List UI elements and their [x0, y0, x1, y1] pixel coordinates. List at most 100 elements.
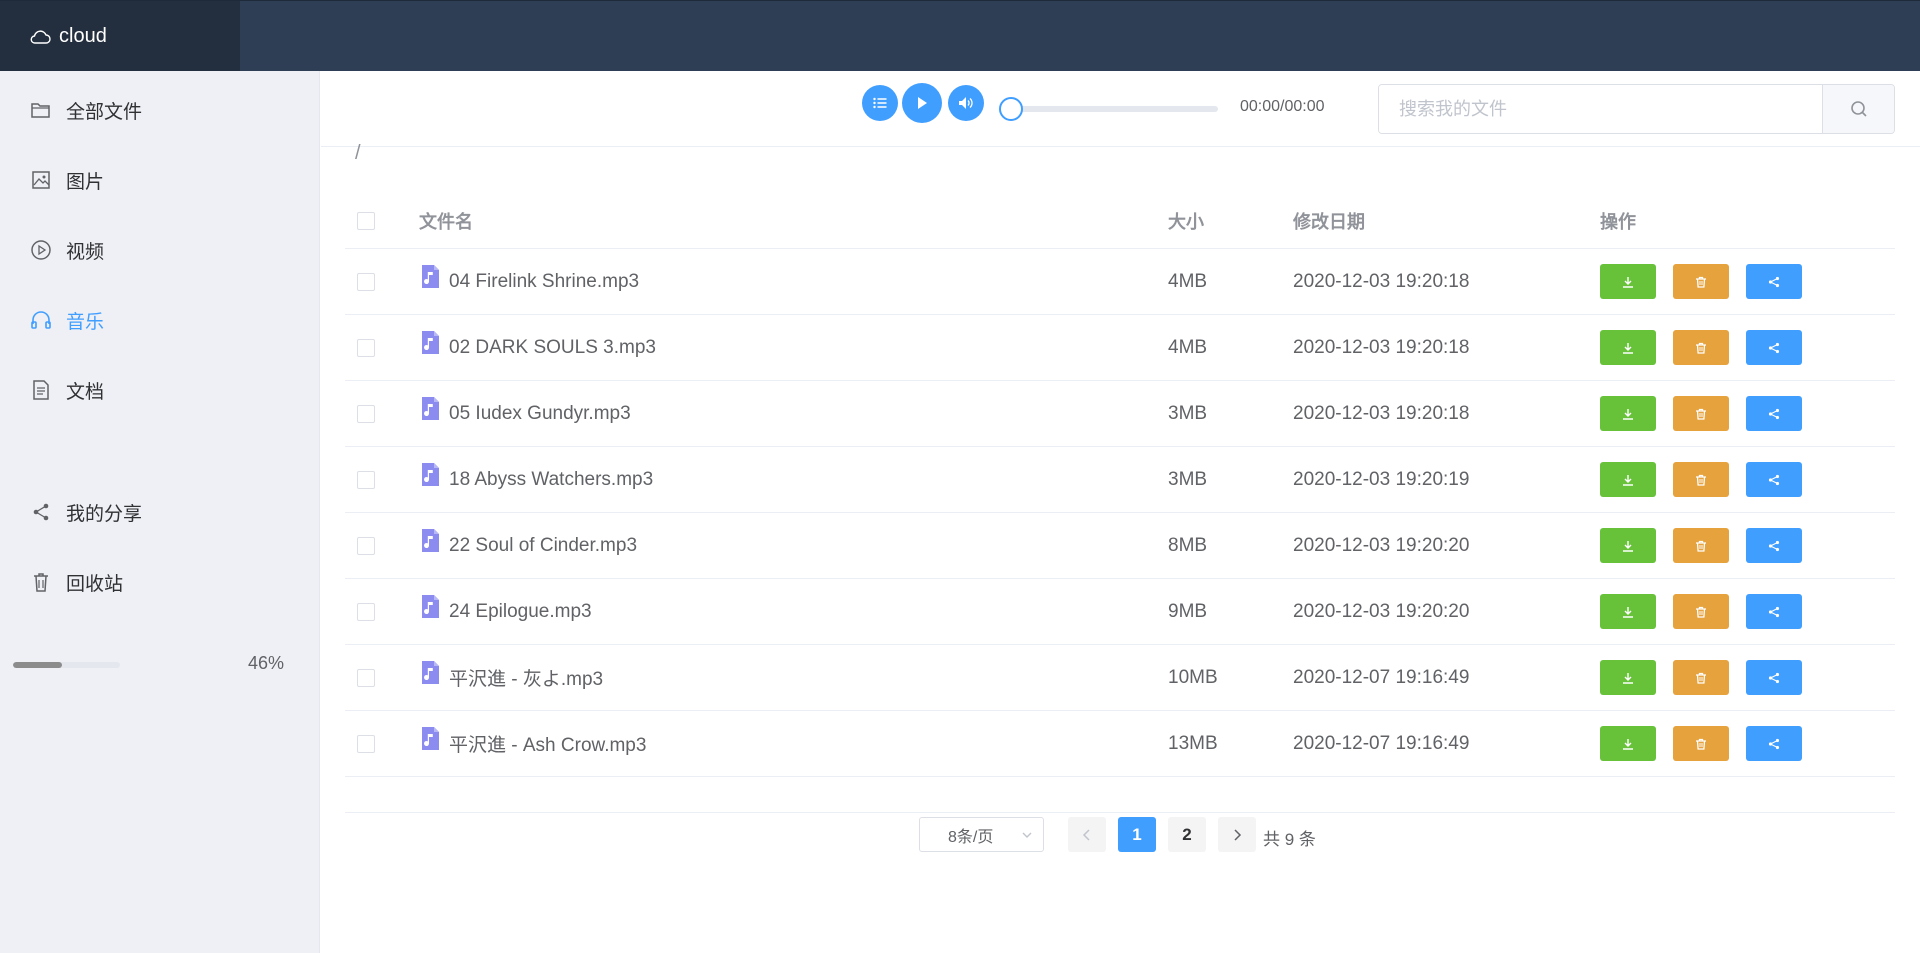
file-name-cell[interactable]: 22 Soul of Cinder.mp3 [419, 513, 637, 578]
row-checkbox[interactable] [357, 272, 375, 291]
share-button[interactable] [1746, 594, 1802, 629]
header-name[interactable]: 文件名 [419, 194, 473, 248]
share-button[interactable] [1746, 264, 1802, 299]
file-name-cell[interactable]: 24 Epilogue.mp3 [419, 579, 592, 644]
file-name[interactable]: 05 Iudex Gundyr.mp3 [449, 403, 631, 425]
share-button[interactable] [1746, 462, 1802, 497]
file-name-cell[interactable]: 平沢進 - Ash Crow.mp3 [419, 711, 646, 776]
download-button[interactable] [1600, 462, 1656, 497]
file-name-cell[interactable]: 02 DARK SOULS 3.mp3 [419, 315, 656, 380]
file-name-cell[interactable]: 18 Abyss Watchers.mp3 [419, 447, 653, 512]
row-checkbox[interactable] [357, 404, 375, 423]
header-size[interactable]: 大小 [1168, 194, 1204, 248]
search-button[interactable] [1822, 85, 1894, 133]
sidebar-item-all-files[interactable]: 全部文件 [0, 85, 320, 135]
delete-button[interactable] [1673, 264, 1729, 299]
table-row[interactable]: 22 Soul of Cinder.mp3 8MB 2020-12-03 19:20… [345, 513, 1895, 579]
delete-button[interactable] [1673, 726, 1729, 761]
download-icon [1623, 474, 1633, 486]
chevron-left-icon [1082, 828, 1090, 841]
breadcrumb[interactable]: / [355, 142, 361, 165]
table-divider [345, 812, 1895, 813]
row-actions [1600, 315, 1819, 380]
prev-page-button[interactable] [1068, 817, 1106, 852]
delete-button[interactable] [1673, 660, 1729, 695]
row-checkbox[interactable] [357, 536, 375, 555]
play-button[interactable] [902, 83, 942, 123]
file-name[interactable]: 04 Firelink Shrine.mp3 [449, 271, 639, 293]
row-checkbox[interactable] [357, 338, 375, 357]
sidebar-item-documents[interactable]: 文档 [0, 365, 320, 415]
select-all-checkbox[interactable] [357, 212, 375, 230]
row-checkbox[interactable] [357, 668, 375, 687]
table-row[interactable]: 平沢進 - 灰よ.mp3 10MB 2020-12-07 19:16:49 [345, 645, 1895, 711]
share-icon [1768, 540, 1780, 551]
delete-button[interactable] [1673, 528, 1729, 563]
next-page-button[interactable] [1218, 817, 1256, 852]
delete-button[interactable] [1673, 396, 1729, 431]
row-checkbox[interactable] [357, 602, 375, 621]
page-button-1[interactable]: 1 [1118, 817, 1156, 852]
file-name[interactable]: 平沢進 - Ash Crow.mp3 [449, 730, 646, 757]
file-name[interactable]: 02 DARK SOULS 3.mp3 [449, 337, 656, 359]
delete-button[interactable] [1673, 330, 1729, 365]
share-button[interactable] [1746, 726, 1802, 761]
download-icon [1623, 540, 1633, 552]
file-name[interactable]: 18 Abyss Watchers.mp3 [449, 469, 653, 491]
music-file-icon [422, 396, 439, 420]
share-button[interactable] [1746, 396, 1802, 431]
file-size: 9MB [1168, 600, 1208, 622]
page-button-2[interactable]: 2 [1168, 817, 1206, 852]
sidebar-item-music[interactable]: 音乐 [0, 295, 320, 345]
file-size: 4MB [1168, 270, 1208, 292]
sidebar-item-images[interactable]: 图片 [0, 155, 320, 205]
row-checkbox[interactable] [357, 470, 375, 489]
download-button[interactable] [1600, 660, 1656, 695]
search-input[interactable] [1379, 85, 1822, 133]
download-button[interactable] [1600, 264, 1656, 299]
volume-button[interactable] [948, 85, 984, 121]
table-row[interactable]: 04 Firelink Shrine.mp3 4MB 2020-12-03 19:2… [345, 249, 1895, 315]
delete-button[interactable] [1673, 594, 1729, 629]
playback-progress-track[interactable] [1011, 106, 1218, 112]
file-name[interactable]: 22 Soul of Cinder.mp3 [449, 535, 637, 557]
share-button[interactable] [1746, 330, 1802, 365]
download-button[interactable] [1600, 396, 1656, 431]
header-date[interactable]: 修改日期 [1293, 194, 1365, 248]
file-name-cell[interactable]: 平沢進 - 灰よ.mp3 [419, 645, 603, 710]
table-row[interactable]: 平沢進 - Ash Crow.mp3 13MB 2020-12-07 19:16:4… [345, 711, 1895, 777]
brand[interactable]: cloud [0, 1, 240, 72]
download-icon [1623, 672, 1633, 684]
page-size-select[interactable]: 8条/页 [919, 817, 1044, 852]
download-button[interactable] [1600, 726, 1656, 761]
row-checkbox[interactable] [357, 734, 375, 753]
download-button[interactable] [1600, 528, 1656, 563]
sidebar-item-videos[interactable]: 视频 [0, 225, 320, 275]
sidebar-item-my-shares[interactable]: 我的分享 [0, 487, 320, 537]
table-row[interactable]: 18 Abyss Watchers.mp3 3MB 2020-12-03 19:20… [345, 447, 1895, 513]
delete-button[interactable] [1673, 462, 1729, 497]
download-button[interactable] [1600, 330, 1656, 365]
table-row[interactable]: 05 Iudex Gundyr.mp3 3MB 2020-12-03 19:20:1… [345, 381, 1895, 447]
download-button[interactable] [1600, 594, 1656, 629]
file-name-cell[interactable]: 04 Firelink Shrine.mp3 [419, 249, 639, 314]
trash-icon [1696, 540, 1706, 552]
file-name-cell[interactable]: 05 Iudex Gundyr.mp3 [419, 381, 631, 446]
music-file-icon [422, 264, 439, 288]
playback-progress-knob[interactable] [999, 97, 1023, 121]
music-file-icon [422, 594, 439, 618]
row-actions [1600, 381, 1819, 446]
file-name[interactable]: 24 Epilogue.mp3 [449, 601, 592, 623]
share-button[interactable] [1746, 528, 1802, 563]
file-name[interactable]: 平沢進 - 灰よ.mp3 [449, 664, 603, 691]
sidebar-item-recycle-bin[interactable]: 回收站 [0, 557, 320, 607]
playlist-button[interactable] [862, 85, 898, 121]
sidebar-item-label: 视频 [66, 241, 105, 263]
file-date: 2020-12-03 19:20:20 [1293, 600, 1470, 622]
table-row[interactable]: 02 DARK SOULS 3.mp3 4MB 2020-12-03 19:20:1… [345, 315, 1895, 381]
share-icon [1768, 408, 1780, 419]
table-row[interactable]: 24 Epilogue.mp3 9MB 2020-12-03 19:20:20 [345, 579, 1895, 645]
download-icon [1623, 408, 1633, 420]
share-button[interactable] [1746, 660, 1802, 695]
file-date: 2020-12-07 19:16:49 [1293, 666, 1470, 688]
